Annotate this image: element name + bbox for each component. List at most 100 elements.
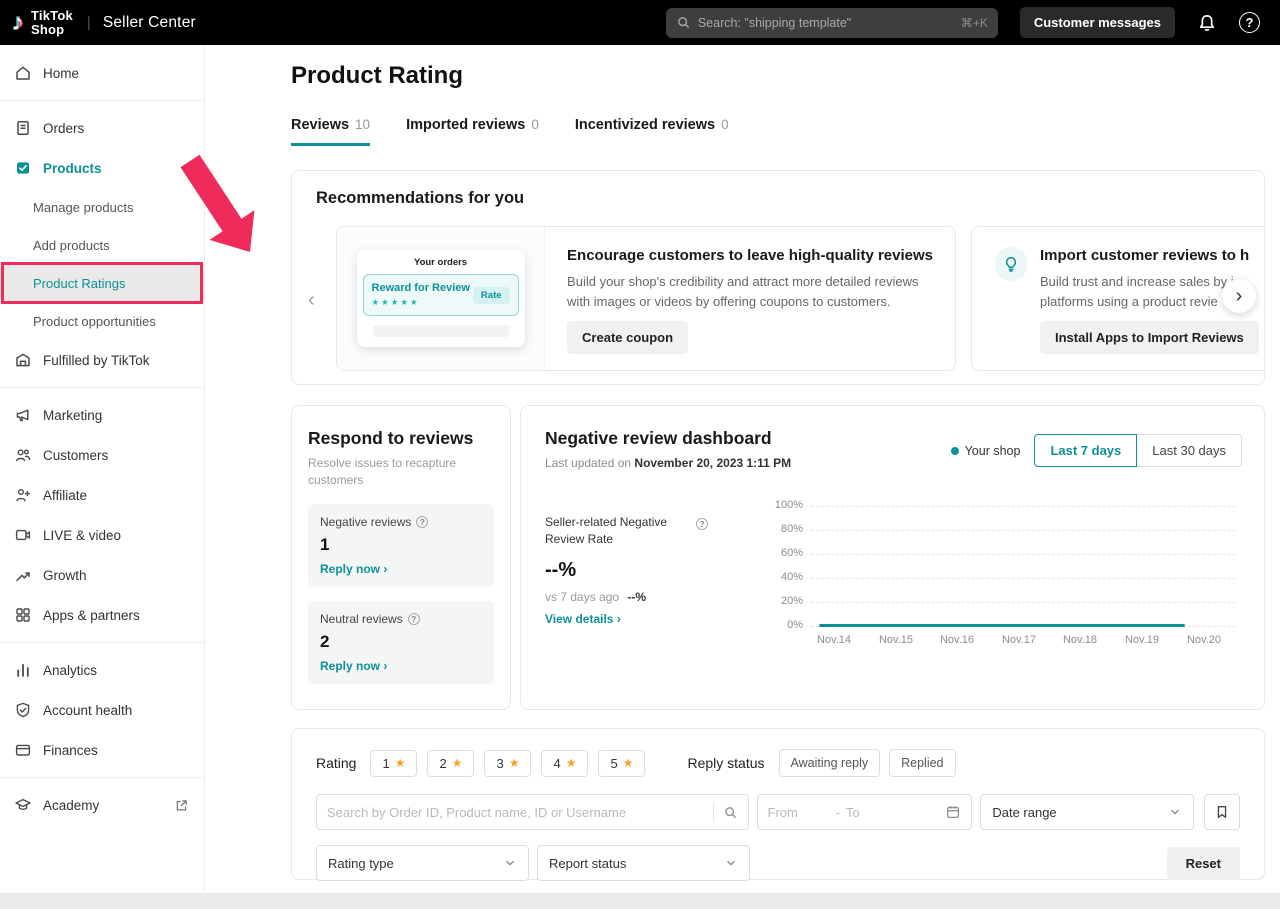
- input-divider: [713, 803, 714, 821]
- sidebar-item-label: Home: [43, 66, 79, 81]
- filter-row-search: - Date range: [316, 794, 1240, 830]
- sidebar-item-products[interactable]: Products: [0, 148, 204, 188]
- date-to-input[interactable]: [846, 805, 908, 820]
- negative-reply-now-link[interactable]: Reply now ›: [320, 562, 482, 576]
- date-separator: -: [836, 805, 840, 820]
- create-coupon-button[interactable]: Create coupon: [567, 321, 688, 354]
- seller-center-app: ♪ TikTok Shop | Seller Center ⌘+K Custom…: [0, 0, 1280, 893]
- sidebar-item-academy[interactable]: Academy: [0, 785, 204, 825]
- coupon-card-text: Encourage customers to leave high-qualit…: [545, 227, 955, 370]
- sidebar-item-affiliate[interactable]: Affiliate: [0, 475, 204, 515]
- tiktok-note-icon: ♪: [12, 11, 24, 35]
- sidebar-item-manage-products[interactable]: Manage products: [0, 188, 204, 226]
- sidebar: Home Orders Products Manage products Add…: [0, 45, 205, 893]
- bookmark-icon: [1214, 804, 1230, 820]
- qmark-glyph: ?: [699, 519, 704, 529]
- tab-reviews[interactable]: Reviews 10: [291, 117, 370, 146]
- info-icon[interactable]: ?: [408, 613, 420, 625]
- date-range-select[interactable]: Date range: [980, 794, 1194, 830]
- review-search-field[interactable]: [316, 794, 749, 830]
- global-search-input[interactable]: [698, 16, 954, 30]
- view-details-link[interactable]: View details ›: [545, 612, 763, 626]
- rating-number: 2: [439, 756, 446, 771]
- sidebar-item-product-ratings[interactable]: Product Ratings: [0, 264, 204, 302]
- sidebar-item-marketing[interactable]: Marketing: [0, 395, 204, 435]
- neutral-reviews-box: Neutral reviews ? 2 Reply now ›: [308, 601, 494, 684]
- notifications-bell-icon[interactable]: [1197, 13, 1217, 33]
- sidebar-item-home[interactable]: Home: [0, 53, 204, 93]
- negative-reviews-box: Negative reviews ? 1 Reply now ›: [308, 504, 494, 587]
- topbar-divider: |: [87, 14, 91, 31]
- global-search[interactable]: ⌘+K: [666, 8, 998, 38]
- help-icon[interactable]: ?: [1239, 12, 1260, 33]
- rating-1-star-button[interactable]: 1★: [370, 750, 417, 777]
- reply-status-label: Reply status: [687, 755, 764, 771]
- info-icon[interactable]: ?: [416, 516, 428, 528]
- chevron-down-icon: [1168, 805, 1182, 819]
- sidebar-item-add-products[interactable]: Add products: [0, 226, 204, 264]
- qmark-glyph: ?: [420, 517, 425, 527]
- sidebar-item-apps-partners[interactable]: Apps & partners: [0, 595, 204, 635]
- sidebar-item-product-opportunities[interactable]: Product opportunities: [0, 302, 204, 340]
- filter-row-selects: Rating type Report status Reset: [316, 845, 1240, 881]
- rating-label: Rating: [316, 755, 356, 771]
- info-icon[interactable]: ?: [696, 518, 708, 530]
- rating-3-star-button[interactable]: 3★: [484, 750, 531, 777]
- review-search-input[interactable]: [327, 805, 707, 820]
- rating-number: 4: [553, 756, 560, 771]
- save-filter-bookmark-button[interactable]: [1204, 794, 1240, 830]
- carousel-left-icon[interactable]: ‹: [308, 289, 315, 312]
- sidebar-item-orders[interactable]: Orders: [0, 108, 204, 148]
- coupon-card-heading: Encourage customers to leave high-qualit…: [567, 247, 933, 264]
- chart-line-your-shop: [819, 624, 1185, 627]
- replied-button[interactable]: Replied: [889, 749, 955, 777]
- sidebar-item-fulfilled-by-tiktok[interactable]: Fulfilled by TikTok: [0, 340, 204, 380]
- marketing-icon: [14, 406, 32, 424]
- x-tick: Nov.17: [994, 634, 1044, 646]
- growth-icon: [14, 566, 32, 584]
- sidebar-item-customers[interactable]: Customers: [0, 435, 204, 475]
- reset-button[interactable]: Reset: [1167, 847, 1240, 880]
- tiktok-shop-logo[interactable]: ♪ TikTok Shop: [12, 9, 73, 36]
- date-range-field[interactable]: -: [757, 794, 973, 830]
- sidebar-item-live-video[interactable]: LIVE & video: [0, 515, 204, 555]
- search-icon[interactable]: [723, 805, 738, 820]
- awaiting-reply-button[interactable]: Awaiting reply: [779, 749, 881, 777]
- report-status-label: Report status: [549, 856, 626, 871]
- sidebar-item-account-health[interactable]: Account health: [0, 690, 204, 730]
- gridline: [811, 530, 1236, 531]
- rating-5-star-button[interactable]: 5★: [598, 750, 645, 777]
- help-glyph: ?: [1246, 15, 1254, 30]
- customer-messages-button[interactable]: Customer messages: [1020, 7, 1175, 38]
- gridline: [811, 578, 1236, 579]
- star-icon: ★: [623, 756, 634, 770]
- fulfilled-by-tiktok-icon: [14, 351, 32, 369]
- install-apps-button[interactable]: Install Apps to Import Reviews: [1040, 321, 1259, 354]
- import-card-icon-wrap: [972, 227, 1028, 370]
- dashboard-title: Negative review dashboard: [545, 428, 791, 449]
- account-health-icon: [14, 701, 32, 719]
- last-7-days-button[interactable]: Last 7 days: [1034, 434, 1137, 467]
- calendar-icon[interactable]: [945, 804, 961, 820]
- rating-type-label: Rating type: [328, 856, 394, 871]
- page-title: Product Rating: [291, 62, 463, 90]
- sidebar-divider: [0, 387, 204, 388]
- sidebar-item-label: Fulfilled by TikTok: [43, 353, 150, 368]
- y-tick: 100%: [763, 499, 803, 511]
- last-30-days-button[interactable]: Last 30 days: [1137, 434, 1242, 467]
- date-from-input[interactable]: [768, 805, 830, 820]
- rating-type-select[interactable]: Rating type: [316, 845, 529, 881]
- date-range-select-label: Date range: [992, 805, 1056, 820]
- tab-incentivized-reviews[interactable]: Incentivized reviews 0: [575, 117, 729, 146]
- tab-imported-reviews[interactable]: Imported reviews 0: [406, 117, 539, 146]
- sidebar-item-finances[interactable]: Finances: [0, 730, 204, 770]
- sidebar-item-analytics[interactable]: Analytics: [0, 650, 204, 690]
- products-icon: [14, 159, 32, 177]
- neutral-reply-now-link[interactable]: Reply now ›: [320, 659, 482, 673]
- report-status-select[interactable]: Report status: [537, 845, 750, 881]
- sidebar-item-growth[interactable]: Growth: [0, 555, 204, 595]
- sidebar-subitem-label: Manage products: [33, 200, 133, 215]
- rating-2-star-button[interactable]: 2★: [427, 750, 474, 777]
- rating-4-star-button[interactable]: 4★: [541, 750, 588, 777]
- carousel-right-icon[interactable]: ›: [1222, 279, 1256, 313]
